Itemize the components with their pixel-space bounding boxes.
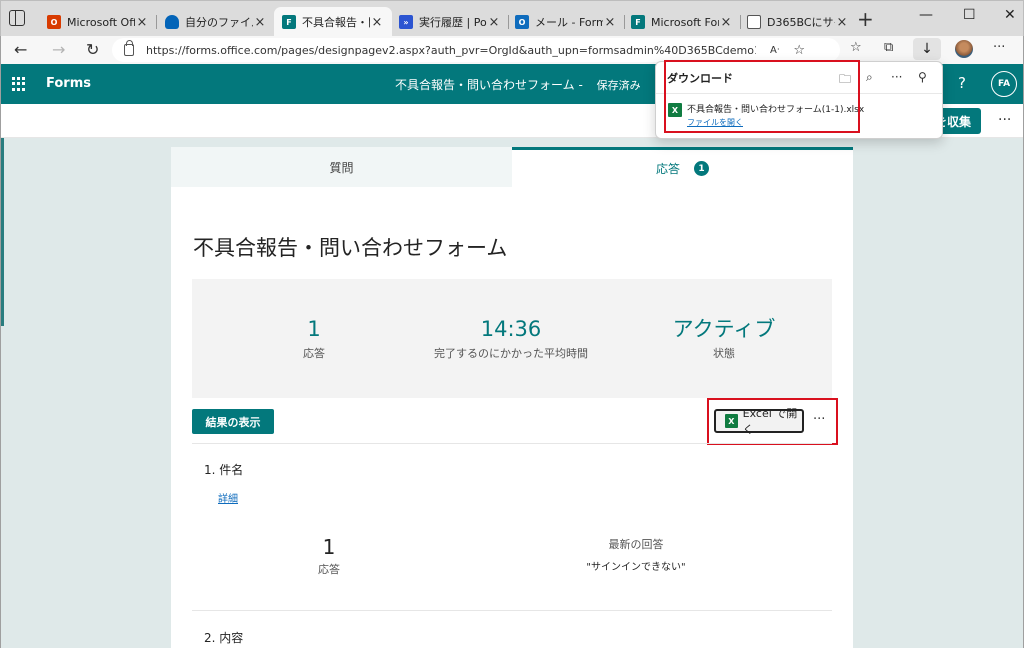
- power-automate-icon: »: [399, 15, 413, 29]
- window-close-icon[interactable]: ✕: [1004, 7, 1016, 23]
- responses-card: 質問 応答 1 不具合報告・問い合わせフォーム 1 応答 14:36 完了するの…: [171, 147, 853, 648]
- stat-value: アクティブ: [672, 317, 776, 341]
- help-icon[interactable]: ?: [958, 74, 966, 92]
- office-icon: O: [47, 15, 61, 29]
- latest-label: 最新の回答: [608, 538, 664, 551]
- highlight-box-excel: [707, 398, 838, 445]
- app-launcher-icon[interactable]: [12, 77, 26, 91]
- browser-menu-icon[interactable]: ···: [993, 40, 1005, 55]
- user-avatar[interactable]: FA: [991, 71, 1017, 97]
- stat-value: 1: [307, 317, 321, 341]
- forms-brand[interactable]: Forms: [46, 76, 91, 91]
- header-form-title-text: 不具合報告・問い合わせフォーム: [395, 78, 575, 92]
- header-form-title[interactable]: 不具合報告・問い合わせフォーム - 保存済み ⌄: [395, 76, 663, 93]
- browser-tab-6[interactable]: F Microsoft Form ×: [623, 7, 741, 37]
- browser-tab-title: D365BCにサイン: [767, 16, 835, 29]
- pin-icon[interactable]: ⚲: [918, 70, 927, 84]
- read-aloud-icon[interactable]: Aᐧ: [770, 45, 779, 56]
- browser-tab-strip: O Microsoft Offic × 自分のファイル - × F 不具合報告・…: [0, 0, 1024, 37]
- tab-questions-label: 質問: [329, 160, 354, 175]
- stat-label: 状態: [713, 347, 735, 360]
- close-tab-icon[interactable]: ×: [603, 15, 617, 30]
- profile-avatar[interactable]: [955, 40, 973, 58]
- favorites-icon[interactable]: ☆: [850, 40, 862, 55]
- browser-tab-4[interactable]: » 実行履歴 | Pov ×: [391, 7, 509, 37]
- close-tab-icon[interactable]: ×: [835, 15, 849, 30]
- browser-tab-title: Microsoft Offic: [67, 15, 135, 29]
- form-tabs: 質問 応答 1: [171, 147, 853, 187]
- tab-actions-icon[interactable]: [9, 10, 25, 26]
- question-title: 2. 内容: [204, 631, 244, 645]
- back-arrow-icon[interactable]: ←: [14, 40, 27, 60]
- more-options-icon[interactable]: ···: [891, 70, 902, 84]
- page-title: 不具合報告・問い合わせフォーム: [193, 236, 508, 260]
- forms-icon: F: [631, 15, 645, 29]
- stat-label: 完了するのにかかった平均時間: [434, 347, 588, 360]
- close-tab-icon[interactable]: ×: [719, 15, 733, 30]
- response-count-badge: 1: [694, 161, 709, 176]
- add-favorite-icon[interactable]: ☆: [793, 43, 805, 58]
- tab-responses-label: 応答: [655, 162, 680, 176]
- browser-tab-2[interactable]: 自分のファイル - ×: [157, 7, 275, 37]
- collections-icon[interactable]: ⧉: [884, 40, 893, 55]
- view-results-button[interactable]: 結果の表示: [192, 409, 274, 434]
- count-value: 1: [322, 535, 336, 559]
- tab-responses[interactable]: 応答 1: [512, 147, 853, 187]
- forward-arrow-icon[interactable]: →: [52, 40, 65, 60]
- new-tab-plus-icon[interactable]: +: [857, 9, 874, 29]
- stat-average-time: 14:36 完了するのにかかった平均時間: [411, 317, 611, 361]
- close-tab-icon[interactable]: ×: [135, 15, 149, 30]
- lock-icon[interactable]: [124, 40, 134, 56]
- details-link[interactable]: 詳細: [218, 490, 238, 505]
- close-tab-icon[interactable]: ×: [487, 15, 501, 30]
- latest-value: "サインインできない": [586, 562, 686, 573]
- saved-status: 保存済み: [596, 79, 641, 92]
- count-label: 応答: [318, 563, 340, 576]
- address-bar[interactable]: https://forms.office.com/pages/designpag…: [112, 38, 840, 62]
- onedrive-icon: [165, 15, 179, 29]
- more-options-icon[interactable]: ···: [998, 112, 1011, 128]
- outlook-icon: O: [515, 15, 529, 29]
- stat-status: アクティブ 状態: [624, 317, 824, 361]
- page-icon: [747, 15, 761, 29]
- question-response-count: 1 応答: [299, 535, 359, 577]
- browser-tab-title: 自分のファイル -: [185, 16, 253, 29]
- window-border-left: [0, 36, 1, 648]
- forms-icon: F: [282, 15, 296, 29]
- refresh-icon[interactable]: ↻: [86, 40, 99, 60]
- browser-tab-3-active[interactable]: F 不具合報告・問 ×: [274, 7, 392, 37]
- maximize-icon[interactable]: ☐: [963, 7, 976, 23]
- browser-tab-1[interactable]: O Microsoft Offic ×: [39, 7, 157, 37]
- browser-tab-5[interactable]: O メール - Forms A ×: [507, 7, 625, 37]
- browser-toolbar: ← → ↻ https://forms.office.com/pages/des…: [0, 36, 1024, 64]
- close-tab-icon[interactable]: ×: [253, 15, 267, 30]
- browser-tab-title: メール - Forms A: [535, 16, 603, 29]
- stat-responses: 1 応答: [214, 317, 414, 361]
- latest-response: 最新の回答 "サインインできない": [561, 536, 711, 573]
- browser-tab-title: Microsoft Form: [651, 15, 719, 29]
- summary-stats: 1 応答 14:36 完了するのにかかった平均時間 アクティブ 状態: [192, 279, 832, 398]
- stat-label: 応答: [303, 347, 325, 360]
- downloads-icon[interactable]: ↓: [913, 38, 941, 60]
- divider: [192, 610, 832, 611]
- browser-tab-title: 不具合報告・問: [302, 16, 370, 29]
- search-icon[interactable]: ⌕: [866, 70, 873, 85]
- tab-questions[interactable]: 質問: [171, 147, 512, 187]
- url-text: https://forms.office.com/pages/designpag…: [146, 43, 756, 57]
- minimize-icon[interactable]: —: [919, 7, 933, 23]
- divider: [192, 443, 832, 444]
- highlight-box-download: [664, 60, 860, 133]
- browser-tab-title: 実行履歴 | Pov: [419, 16, 487, 29]
- close-tab-icon[interactable]: ×: [370, 15, 384, 30]
- browser-tab-7[interactable]: D365BCにサイン ×: [739, 7, 857, 37]
- stat-value: 14:36: [480, 317, 542, 341]
- question-title: 1. 件名: [204, 463, 244, 477]
